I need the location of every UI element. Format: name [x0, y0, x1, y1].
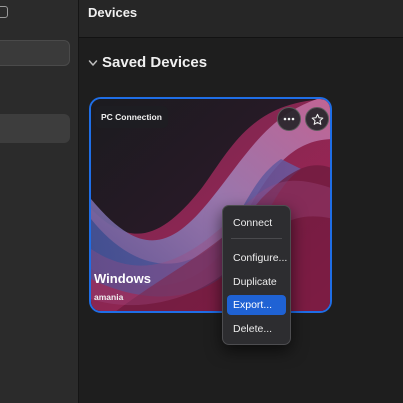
star-icon	[311, 113, 323, 125]
sidebar-search-field[interactable]	[0, 40, 70, 66]
chevron-down-icon[interactable]	[88, 58, 98, 68]
sidebar-checkbox[interactable]	[0, 6, 8, 18]
device-name: Windows	[94, 271, 151, 286]
device-card[interactable]: PC Connection Windows amania	[89, 97, 332, 313]
sidebar	[0, 0, 79, 403]
title-bar: Devices	[79, 0, 403, 38]
section-title[interactable]: Saved Devices	[102, 54, 207, 71]
device-username: amania	[94, 292, 124, 302]
page-title: Devices	[88, 5, 138, 20]
connection-type-badge: PC Connection	[95, 106, 168, 128]
ellipsis-icon	[283, 117, 295, 121]
favorite-button[interactable]	[305, 107, 329, 131]
menu-item-export[interactable]: Export...	[227, 295, 286, 315]
menu-item-duplicate[interactable]: Duplicate	[227, 272, 286, 292]
context-menu: Connect Configure... Duplicate Export...…	[222, 205, 291, 345]
menu-item-connect[interactable]: Connect	[227, 213, 286, 233]
menu-item-delete[interactable]: Delete...	[227, 319, 286, 339]
sidebar-item-selected[interactable]	[0, 114, 70, 143]
menu-item-configure[interactable]: Configure...	[227, 248, 287, 268]
more-options-button[interactable]	[277, 107, 301, 131]
menu-separator	[231, 238, 282, 239]
